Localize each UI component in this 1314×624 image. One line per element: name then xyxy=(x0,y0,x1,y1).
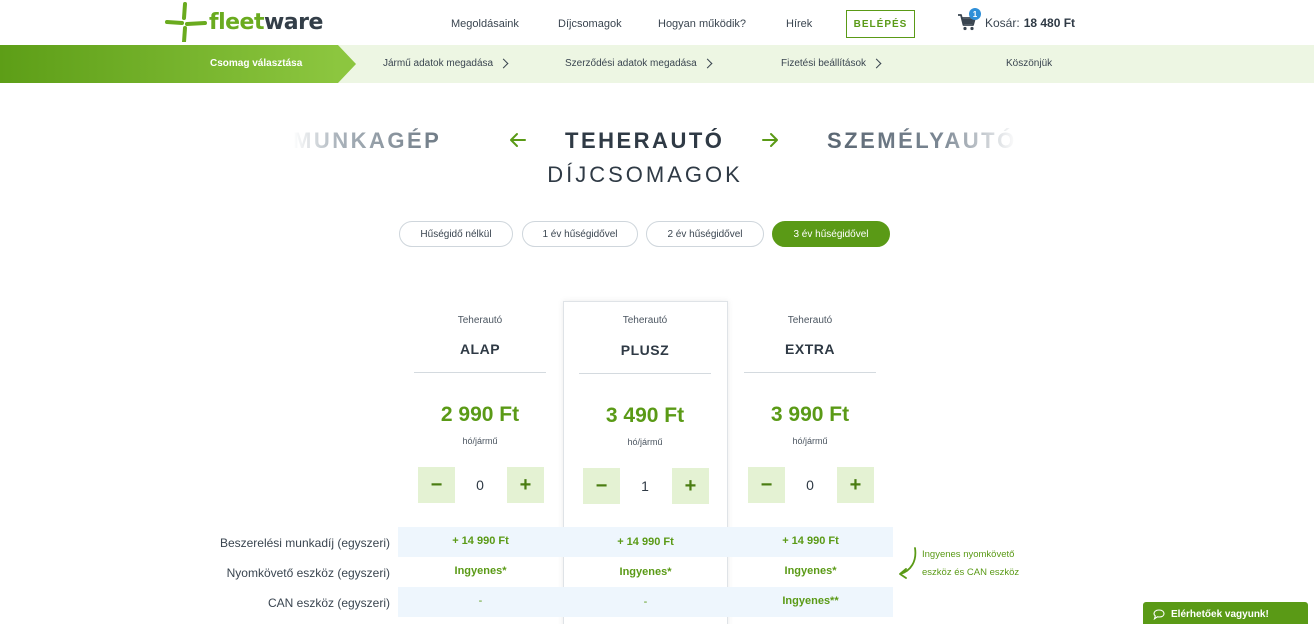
note-line: Ingyenes nyomkövető xyxy=(922,549,1015,560)
package-type: Teherautó xyxy=(457,315,503,326)
category-next[interactable]: SZEMÉLYAUTÓ xyxy=(827,128,1017,154)
category-prev[interactable]: MUNKAGÉP xyxy=(293,128,441,154)
package-price: 2 990 Ft xyxy=(440,403,520,426)
qty-value[interactable]: 1 xyxy=(630,478,660,494)
package-unit: hó/jármű xyxy=(462,436,498,446)
step-active-arrow xyxy=(338,45,356,83)
qty-plus-button[interactable]: + xyxy=(507,467,544,503)
pill-1-ev[interactable]: 1 év hűségidővel xyxy=(522,221,638,247)
fleetware-logo[interactable]: fleetware xyxy=(163,2,323,42)
cart[interactable]: 1 Kosár: 18 480 Ft xyxy=(957,8,1076,34)
free-device-note: Ingyenes nyomkövető eszköz és CAN eszköz xyxy=(916,546,1046,582)
feature-cell: - xyxy=(643,596,648,608)
nav-hirek[interactable]: Hírek xyxy=(786,18,812,30)
nav-hogyan-mukodik[interactable]: Hogyan működik? xyxy=(658,18,746,30)
note-line: eszköz és CAN eszköz xyxy=(922,567,1020,578)
feature-cell: + 14 990 Ft xyxy=(452,535,509,547)
step-fizetesi-beallitasok: Fizetési beállítások xyxy=(781,58,882,69)
feature-cell: Ingyenes* xyxy=(784,565,837,577)
cart-icon: 1 xyxy=(957,8,981,34)
pill-husegido-nelkul[interactable]: Hűségidő nélkül xyxy=(399,221,513,247)
package-divider xyxy=(744,372,876,373)
pill-3-ev[interactable]: 3 év hűségidővel xyxy=(772,221,890,247)
package-divider xyxy=(579,373,711,374)
package-unit: hó/jármű xyxy=(792,436,828,446)
arrow-left-icon[interactable] xyxy=(508,130,528,150)
site-header: fleetware Megoldásaink Díjcsomagok Hogya… xyxy=(0,0,1314,45)
feature-cell: Ingyenes* xyxy=(454,565,507,577)
feature-cell: - xyxy=(478,595,483,607)
feature-label: Nyomkövető eszköz (egyszeri) xyxy=(226,566,390,580)
feature-label: Beszerelési munkadíj (egyszeri) xyxy=(219,536,390,550)
qty-minus-button[interactable]: − xyxy=(418,467,455,503)
package-name: EXTRA xyxy=(785,341,835,357)
logo-text: fleetware xyxy=(209,9,323,35)
category-current: TEHERAUTÓ xyxy=(565,128,725,153)
package-name: PLUSZ xyxy=(620,342,670,358)
package-price: 3 490 Ft xyxy=(605,404,685,427)
feature-cell: + 14 990 Ft xyxy=(782,535,839,547)
package-type: Teherautó xyxy=(622,315,668,326)
feature-cell: Ingyenes** xyxy=(782,595,839,607)
feature-label: CAN eszköz (egyszeri) xyxy=(267,596,390,610)
nav-megoldasaink[interactable]: Megoldásaink xyxy=(451,18,519,30)
package-type: Teherautó xyxy=(787,315,833,326)
cart-count-badge: 1 xyxy=(969,8,981,20)
chat-widget-button[interactable]: Elérhetőek vagyunk! xyxy=(1143,602,1308,624)
qty-minus-button[interactable]: − xyxy=(583,468,620,504)
qty-minus-button[interactable]: − xyxy=(748,467,785,503)
chat-bubble-icon xyxy=(1153,608,1165,620)
step-csomag-valasztasa: Csomag választása xyxy=(210,58,303,69)
chevron-right-icon xyxy=(498,58,509,69)
cart-label: Kosár: xyxy=(985,16,1020,30)
feature-cell: + 14 990 Ft xyxy=(617,536,674,548)
pill-2-ev[interactable]: 2 év hűségidővel xyxy=(646,221,764,247)
page-subtitle: DÍJCSOMAGOK xyxy=(547,162,743,187)
package-name: ALAP xyxy=(459,341,501,357)
package-divider xyxy=(414,372,546,373)
step-szerzodesi-adatok: Szerződési adatok megadása xyxy=(565,58,713,69)
chevron-right-icon xyxy=(871,58,882,69)
checkout-steps: Csomag választása Jármű adatok megadása … xyxy=(0,45,1314,83)
package-price: 3 990 Ft xyxy=(770,403,850,426)
qty-value[interactable]: 0 xyxy=(465,477,495,493)
feature-cell: Ingyenes* xyxy=(619,566,672,578)
qty-plus-button[interactable]: + xyxy=(672,468,709,504)
qty-plus-button[interactable]: + xyxy=(837,467,874,503)
step-koszonjuk: Köszönjük xyxy=(1006,58,1053,69)
logo-cross-icon xyxy=(165,2,207,42)
step-jarmu-adatok: Jármű adatok megadása xyxy=(383,58,509,69)
package-unit: hó/jármű xyxy=(627,437,663,447)
chevron-right-icon xyxy=(702,58,713,69)
arrow-right-icon[interactable] xyxy=(760,130,780,150)
cart-total: 18 480 Ft xyxy=(1023,16,1076,30)
nav-dijcsomagok[interactable]: Díjcsomagok xyxy=(558,18,622,30)
chat-label: Elérhetőek vagyunk! xyxy=(1171,608,1269,620)
qty-value[interactable]: 0 xyxy=(795,477,825,493)
login-button[interactable]: BELÉPÉS xyxy=(846,10,915,38)
